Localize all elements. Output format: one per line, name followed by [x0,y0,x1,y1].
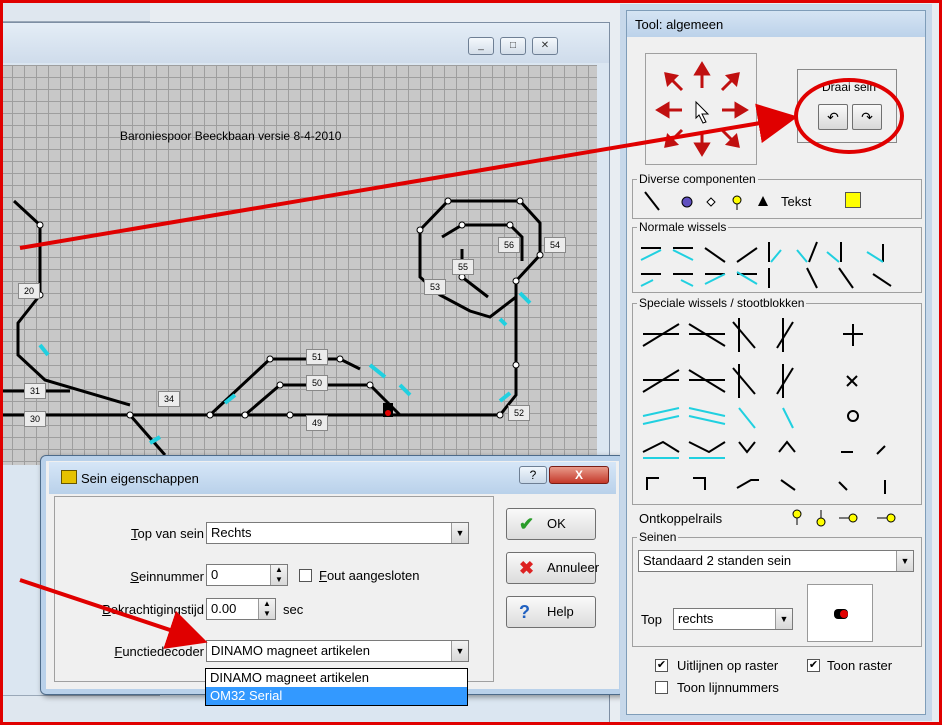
uncoupler-icons[interactable] [787,507,917,529]
toon-raster-checkbox[interactable]: ✔ [807,659,820,672]
bekrachtigingstijd-label: Bekrachtigingstijd [102,602,204,617]
maximize-button[interactable]: □ [500,37,526,55]
seinen-title: Seinen [637,530,679,544]
track-label-55: 55 [452,259,474,275]
help-button[interactable]: ? Help [506,596,596,628]
track-label-30: 30 [24,411,46,427]
track-label-56: 56 [498,237,520,253]
fout-aangesloten-label: Fout aangesloten [319,568,420,583]
editor-titlebar: _ □ ✕ [0,23,609,63]
switch-icons[interactable] [633,228,923,294]
track-label-52: 52 [508,405,530,421]
background-window-toolbar [0,0,150,22]
sein-eigenschappen-dialog: Sein eigenschappen ? X Top van sein Rech… [40,455,625,695]
toon-lijnnummers-label: Toon lijnnummers [677,680,779,695]
dialog-close-button[interactable]: X [549,466,609,484]
seinnummer-spinner[interactable]: 0 ▲ ▼ [206,564,288,586]
close-button[interactable]: ✕ [532,37,558,55]
tool-title: Tool: algemeen [627,11,925,37]
sein-type-select[interactable]: Standaard 2 standen sein ▼ [638,550,914,572]
color-swatch[interactable] [845,192,861,208]
dialog-help-titlebar-button[interactable]: ? [519,466,547,484]
dropdown-option-om32[interactable]: OM32 Serial [206,687,467,705]
track-label-50: 50 [306,375,328,391]
checkmark-icon: ✔ [519,514,535,534]
minimize-button[interactable]: _ [468,37,494,55]
diverse-componenten-group: Diverse componenten Tekst [632,172,922,219]
sein-preview [807,584,873,642]
sein-top-label: Top [641,612,662,627]
ok-button[interactable]: ✔ OK [506,508,596,540]
sec-unit-label: sec [283,602,304,617]
tekst-tool-label[interactable]: Tekst [781,194,811,209]
dialog-title: Sein eigenschappen [81,471,199,486]
uitlijnen-checkbox[interactable]: ✔ [655,659,668,672]
background-window-statusbar [0,695,160,725]
direction-pad[interactable] [645,53,757,165]
fout-aangesloten-checkbox[interactable] [299,569,312,582]
track-label-20: 20 [18,283,40,299]
dropdown-option-dinamo[interactable]: DINAMO magneet artikelen [206,669,467,687]
chevron-down-icon[interactable]: ▼ [775,609,792,629]
uitlijnen-label: Uitlijnen op raster [677,658,779,673]
dialog-app-icon [61,470,77,484]
chevron-down-icon[interactable]: ▼ [896,551,913,571]
top-van-sein-select[interactable]: Rechts ▼ [206,522,469,544]
functiedecoder-select[interactable]: DINAMO magneet artikelen ▼ [206,640,469,662]
toon-raster-label: Toon raster [827,658,893,673]
toon-lijnnummers-checkbox[interactable] [655,681,668,694]
annotation-circle [794,78,904,154]
track-label-51: 51 [306,349,328,365]
track-label-54: 54 [544,237,566,253]
functiedecoder-label: Functiedecoder [114,644,204,659]
track-label-31: 31 [24,383,46,399]
question-icon: ? [519,602,530,622]
functiedecoder-dropdown-list[interactable]: DINAMO magneet artikelen OM32 Serial [205,668,468,706]
direction-arrows-icon[interactable] [646,54,758,166]
normale-wissels-group: Normale wissels [632,220,923,294]
seinnummer-label: Seinnummer [130,569,204,584]
track-label-49: 49 [306,415,328,431]
track-label-34: 34 [158,391,180,407]
seinen-group: Seinen Standaard 2 standen sein ▼ Top re… [632,530,922,647]
sein-top-select[interactable]: rechts ▼ [673,608,793,630]
annuleer-button[interactable]: ✖ Annuleer [506,552,599,584]
track-canvas[interactable]: Baroniespoor Beeckbaan versie 8-4-2010 2… [0,65,597,465]
signal-preview-icon [834,609,848,619]
spinner-arrows-icon[interactable]: ▲ ▼ [270,565,287,585]
speciale-wissels-group: Speciale wissels / stootblokken [632,296,923,506]
cross-icon: ✖ [519,558,535,578]
ontkoppelrails-label: Ontkoppelrails [639,511,723,526]
spinner-arrows-icon[interactable]: ▲ ▼ [258,599,275,619]
chevron-down-icon[interactable]: ▼ [451,523,468,543]
track-label-53: 53 [424,279,446,295]
special-switch-icons[interactable] [633,304,923,506]
chevron-down-icon[interactable]: ▼ [451,641,468,661]
top-van-sein-label: Top van sein [131,526,204,541]
bekrachtigingstijd-spinner[interactable]: 0.00 ▲ ▼ [206,598,276,620]
